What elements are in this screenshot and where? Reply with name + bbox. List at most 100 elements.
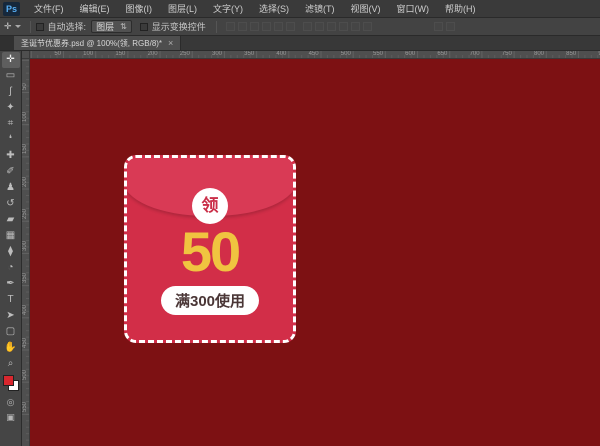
align-vertical-centers-icon[interactable] [238,22,247,31]
document-tab-bar: 圣诞节优惠券.psd @ 100%(领, RGB/8)* × [0,36,600,51]
align-bottom-edges-icon[interactable] [250,22,259,31]
chevron-down-icon [15,25,21,28]
tool-palette: ✛▭ʃ✦⌗❛✚✐♟↺▰▦⧫◔✒T➤▢✋⌕ ◎ ▣ [0,51,22,446]
dodge-tool[interactable]: ◔ [2,260,20,276]
claim-badge: 领 [192,188,228,224]
menu-item[interactable]: 编辑(E) [72,0,118,17]
ruler-label: 300 [212,51,224,57]
ruler-label: 500 [22,370,28,380]
photoshop-logo: Ps [3,2,20,16]
menu-item[interactable]: 图层(L) [160,0,205,17]
eyedropper-tool[interactable]: ❛ [2,132,20,148]
distribute-left-edges-icon[interactable] [339,22,348,31]
divider [216,21,217,33]
align-horizontal-centers-icon[interactable] [274,22,283,31]
distribute-right-edges-icon[interactable] [363,22,372,31]
distribute-bottom-edges-icon[interactable] [327,22,336,31]
align-right-edges-icon[interactable] [286,22,295,31]
ruler-label: 750 [502,51,514,57]
shape-tool[interactable]: ▢ [2,324,20,340]
gradient-tool[interactable]: ▦ [2,228,20,244]
crop-tool[interactable]: ⌗ [2,116,20,132]
ruler-label: 250 [22,209,28,219]
menu-item[interactable]: 选择(S) [251,0,297,17]
align-top-edges-icon[interactable] [226,22,235,31]
auto-select-label: 自动选择: [48,20,87,33]
hand-tool[interactable]: ✋ [2,340,20,356]
menu-item[interactable]: 图像(I) [118,0,161,17]
ruler-label: 800 [534,51,546,57]
brush-tool[interactable]: ✐ [2,164,20,180]
vertical-ruler: 50100150200250300350400450500550 [22,59,30,446]
ruler-label: 200 [148,51,160,57]
menu-item[interactable]: 滤镜(T) [297,0,343,17]
screen-mode-icon[interactable]: ▣ [6,412,15,423]
ruler-label: 600 [405,51,417,57]
document-title: 圣诞节优惠券.psd @ 100%(领, RGB/8)* [21,38,162,49]
ruler-label: 50 [54,51,63,57]
distribute-top-edges-icon[interactable] [303,22,312,31]
coupon-condition: 满300使用 [161,286,259,315]
menu-item[interactable]: 文件(F) [26,0,72,17]
clone-stamp-tool[interactable]: ♟ [2,180,20,196]
extra-icons-group [434,22,455,31]
menu-item[interactable]: 文字(Y) [205,0,251,17]
ruler-label: 350 [244,51,256,57]
pen-tool[interactable]: ✒ [2,276,20,292]
ruler-label: 550 [22,402,28,412]
ruler-label: 400 [22,305,28,315]
foreground-color-swatch[interactable] [3,375,14,386]
ruler-label: 150 [115,51,127,57]
show-transform-controls-checkbox[interactable] [140,23,148,31]
document-tab[interactable]: 圣诞节优惠券.psd @ 100%(领, RGB/8)* × [14,36,181,50]
canvas[interactable]: 领 50 满300使用 [30,59,600,446]
auto-align-layers-icon[interactable] [434,22,443,31]
coupon-amount: 50 [127,224,293,280]
ruler-label: 850 [566,51,578,57]
ruler-label: 100 [83,51,95,57]
lasso-tool[interactable]: ʃ [2,84,20,100]
auto-blend-layers-icon[interactable] [446,22,455,31]
tool-preset-picker[interactable]: ✛ [0,21,25,32]
options-bar: ✛ 自动选择: 图层 ⇅ 显示变换控件 [0,18,600,36]
quick-mask-icon[interactable]: ◎ [7,397,15,408]
ruler-corner [22,51,30,59]
tool-buttons: ✛▭ʃ✦⌗❛✚✐♟↺▰▦⧫◔✒T➤▢✋⌕ [2,52,20,372]
close-icon[interactable]: × [168,38,173,48]
auto-select-target-dropdown[interactable]: 图层 ⇅ [91,20,132,33]
ruler-label: 500 [341,51,353,57]
align-left-edges-icon[interactable] [262,22,271,31]
zoom-tool[interactable]: ⌕ [2,356,20,372]
quick-selection-tool[interactable]: ✦ [2,100,20,116]
ruler-label: 700 [470,51,482,57]
history-brush-tool[interactable]: ↺ [2,196,20,212]
align-icons-group [226,22,295,31]
menu-item[interactable]: 帮助(H) [437,0,484,17]
blur-tool[interactable]: ⧫ [2,244,20,260]
move-tool[interactable]: ✛ [2,52,20,68]
type-tool[interactable]: T [2,292,20,308]
menu-bar: Ps 文件(F)编辑(E)图像(I)图层(L)文字(Y)选择(S)滤镜(T)视图… [0,0,600,18]
menu-item[interactable]: 视图(V) [343,0,389,17]
ruler-label: 150 [22,144,28,154]
path-selection-tool[interactable]: ➤ [2,308,20,324]
ruler-label: 450 [309,51,321,57]
menu-items: 文件(F)编辑(E)图像(I)图层(L)文字(Y)选择(S)滤镜(T)视图(V)… [26,0,484,17]
divider [30,21,31,33]
menu-item[interactable]: 窗口(W) [389,0,438,17]
eraser-tool[interactable]: ▰ [2,212,20,228]
photoshop-window: Ps 文件(F)编辑(E)图像(I)图层(L)文字(Y)选择(S)滤镜(T)视图… [0,0,600,446]
color-swatches [2,375,20,393]
ruler-label: 550 [373,51,385,57]
marquee-tool[interactable]: ▭ [2,68,20,84]
dropdown-arrows-icon: ⇅ [120,22,127,31]
ruler-label: 350 [22,273,28,283]
tab-bar-lead [0,36,14,50]
ruler-label: 400 [276,51,288,57]
distribute-horizontal-centers-icon[interactable] [351,22,360,31]
healing-brush-tool[interactable]: ✚ [2,148,20,164]
auto-select-checkbox[interactable] [36,23,44,31]
ruler-label: 450 [22,338,28,348]
auto-select-target-value: 图层 [96,20,114,33]
distribute-vertical-centers-icon[interactable] [315,22,324,31]
